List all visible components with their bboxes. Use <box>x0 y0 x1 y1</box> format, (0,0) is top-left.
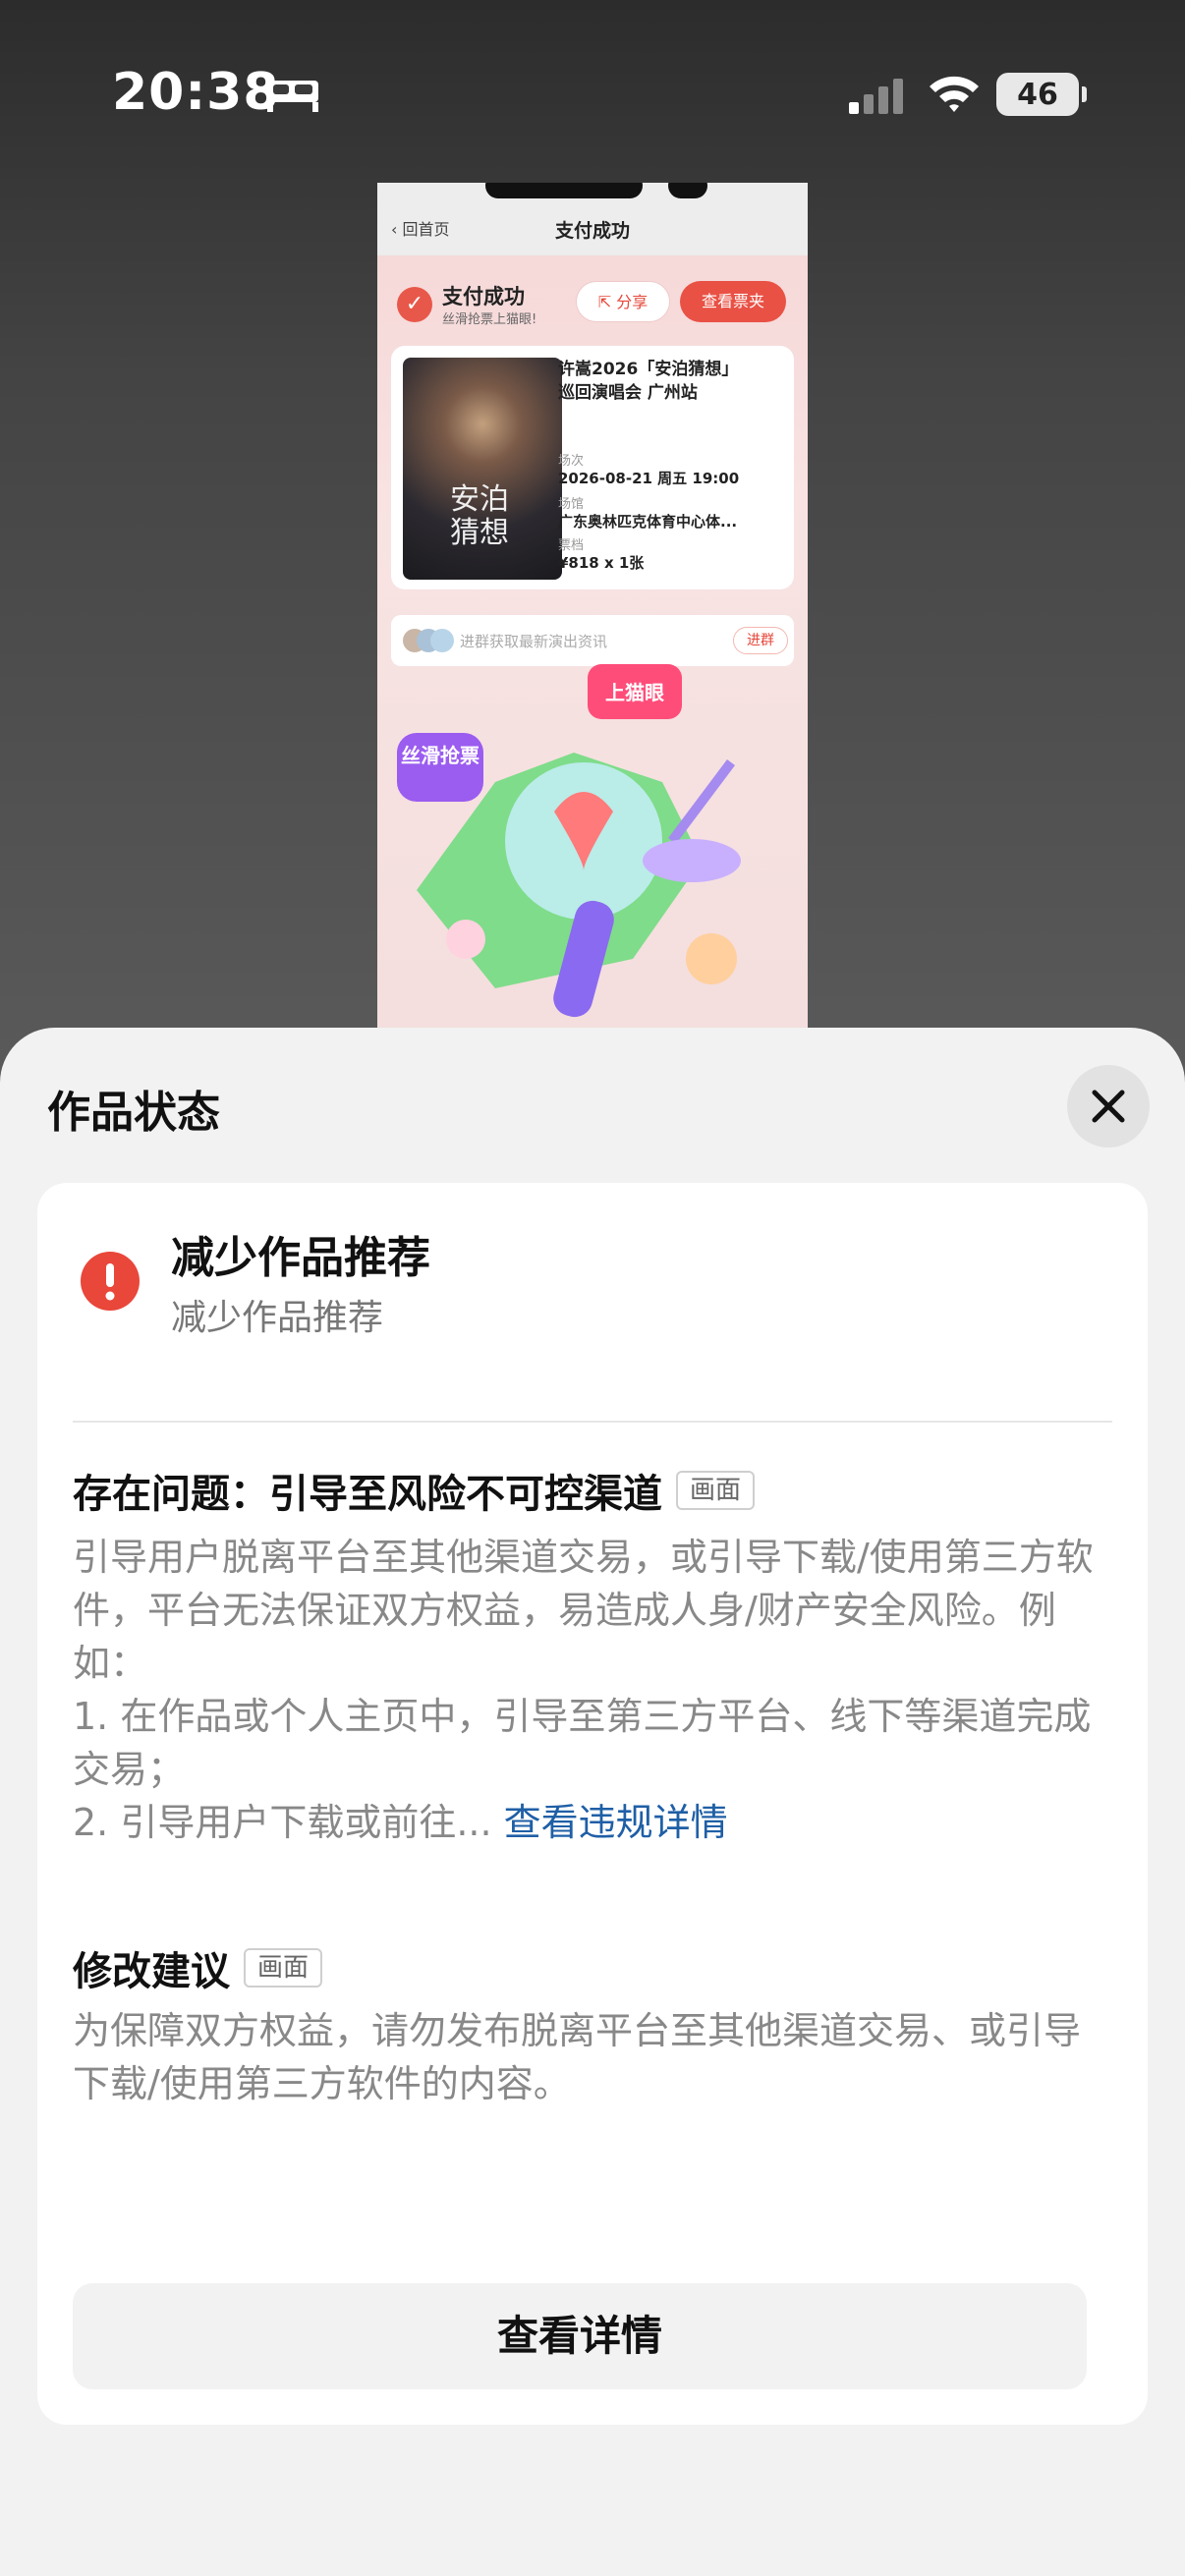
preview-success-sub: 丝滑抢票上猫眼! <box>442 312 537 327</box>
poster-text-line1: 安泊 <box>450 482 509 517</box>
preview-share-label: 分享 <box>616 293 649 311</box>
preview-ticket-button: 查看票夹 <box>680 281 786 322</box>
preview-share-button: ⇱ 分享 <box>576 281 670 322</box>
status-main-label: 减少作品推荐 <box>171 1233 430 1283</box>
suggest-tag: 画面 <box>244 1948 323 1988</box>
status-sub-label: 减少作品推荐 <box>171 1298 384 1338</box>
view-details-button[interactable]: 查看详情 <box>73 2283 1087 2389</box>
preview-event-title: 许嵩2026「安泊猜想」巡回演唱会 广州站 <box>558 360 739 403</box>
preview-success-title: 支付成功 <box>442 285 525 308</box>
preview-poster-title: 安泊 猜想 <box>450 483 509 550</box>
suggest-title: 修改建议 画面 <box>73 1939 323 1996</box>
wifi-icon <box>930 76 979 112</box>
preview-check-icon: ✓ <box>397 287 432 322</box>
status-time: 20:38 <box>112 63 280 122</box>
close-button[interactable] <box>1067 1065 1150 1148</box>
suggest-body: 为保障双方权益，请勿发布脱离平台至其他渠道交易、或引导下载/使用第三方软件的内容… <box>73 2009 1082 2105</box>
preview-art-tag2: 上猫眼 <box>605 681 664 704</box>
preview-tier-value: ¥818 x 1张 <box>558 554 645 572</box>
preview-venue-value: 广东奥林匹克体育中心体... <box>558 513 738 531</box>
preview-notch <box>485 183 643 198</box>
preview-group-banner: 进群获取最新演出资讯 进群 <box>391 615 794 666</box>
battery-level: 46 <box>1017 77 1058 112</box>
status-card: 减少作品推荐 减少作品推荐 存在问题：引导至风险不可控渠道 画面 引导用户脱离平… <box>37 1183 1148 2425</box>
preview-group-text: 进群获取最新演出资讯 <box>460 633 608 650</box>
close-icon <box>1092 1090 1125 1123</box>
issue-title-text: 存在问题：引导至风险不可控渠道 <box>73 1472 662 1517</box>
preview-promo-illustration: 丝滑抢票 上猫眼 <box>397 664 741 1018</box>
sheet-title: 作品状态 <box>47 1088 220 1138</box>
issue-item-1: 1. 在作品或个人主页中，引导至第三方平台、线下等渠道完成交易； <box>73 1695 1092 1791</box>
preview-tier-label: 票档 <box>558 538 585 553</box>
preview-group-button: 进群 <box>733 627 788 654</box>
issue-body-text: 引导用户脱离平台至其他渠道交易，或引导下载/使用第三方软件，平台无法保证双方权益… <box>73 1536 1094 1685</box>
preview-art-tag1: 丝滑抢票 <box>401 744 480 767</box>
preview-session-value: 2026-08-21 周五 19:00 <box>558 470 740 487</box>
issue-item-2-text: 2. 引导用户下载或前往... <box>73 1801 492 1844</box>
preview-poster-image: 安泊 猜想 <box>403 358 562 580</box>
work-preview-image: ‹ 回首页 支付成功 ✓ 支付成功 丝滑抢票上猫眼! ⇱ 分享 查看票夹 安泊 … <box>377 183 808 1037</box>
poster-text-line2: 猜想 <box>450 516 509 550</box>
warning-icon <box>81 1252 140 1311</box>
work-status-sheet: 作品状态 减少作品推荐 减少作品推荐 存在问题：引导至风险不可控渠道 画面 引导… <box>0 1028 1185 2576</box>
preview-nav-bar: ‹ 回首页 支付成功 <box>377 183 808 255</box>
preview-avatars-icon <box>403 629 454 652</box>
divider <box>73 1421 1112 1423</box>
suggest-title-text: 修改建议 <box>73 1949 230 1994</box>
preview-notch-dot <box>668 183 707 198</box>
preview-title: 支付成功 <box>554 220 630 242</box>
issue-title: 存在问题：引导至风险不可控渠道 画面 <box>73 1462 756 1519</box>
cellular-signal-icon <box>849 79 903 114</box>
preview-venue-label: 场馆 <box>558 497 585 512</box>
battery-indicator: 46 <box>996 73 1087 116</box>
preview-session-label: 场次 <box>558 454 585 469</box>
issue-body: 引导用户脱离平台至其他渠道交易，或引导下载/使用第三方软件，平台无法保证双方权益… <box>73 1531 1114 1849</box>
view-violation-link[interactable]: 查看违规详情 <box>504 1801 728 1844</box>
issue-tag: 画面 <box>676 1471 756 1510</box>
sleep-mode-icon <box>267 81 318 112</box>
status-bar: 20:38 46 <box>0 0 1185 196</box>
issue-item-2: 2. 引导用户下载或前往... 查看违规详情 <box>73 1796 1114 1849</box>
